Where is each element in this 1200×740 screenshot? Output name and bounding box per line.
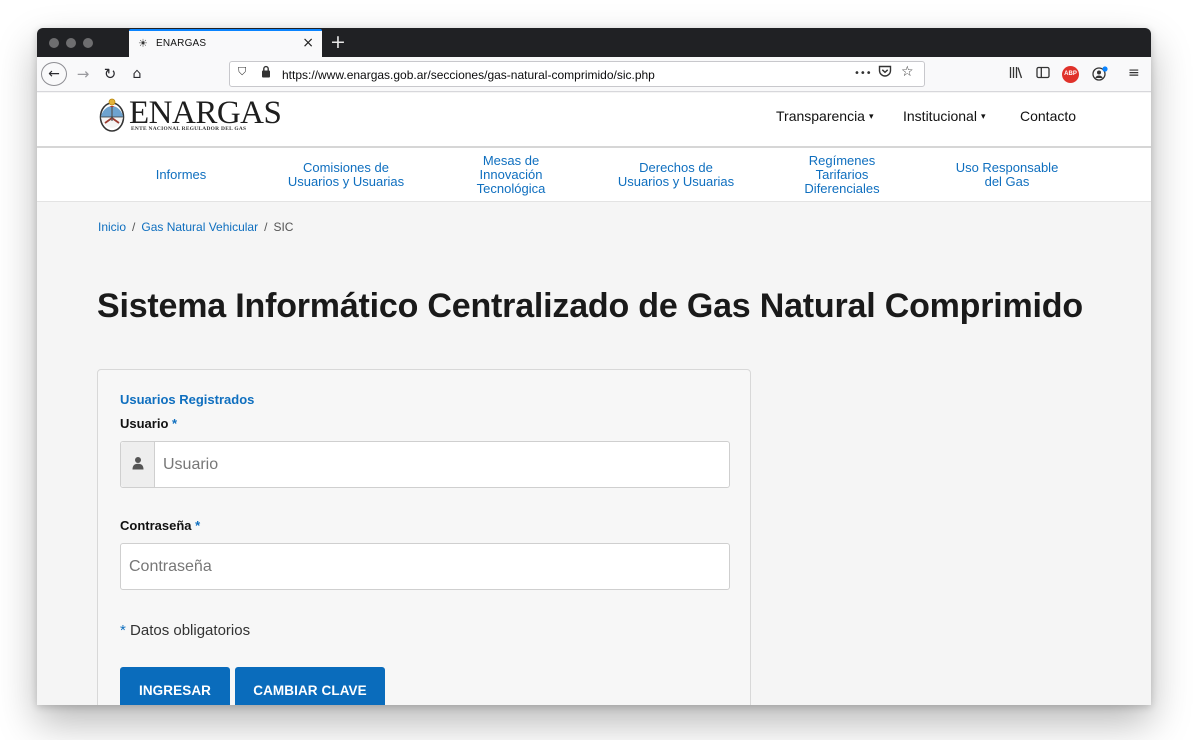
menu-line: Uso Responsable	[955, 160, 1059, 175]
user-addon	[121, 442, 155, 487]
library-icon[interactable]	[1009, 66, 1023, 82]
menu-line: Derechos de	[639, 160, 713, 175]
login-panel: Usuarios Registrados Usuario * Contraseñ…	[97, 369, 751, 705]
login-button[interactable]: INGRESAR	[120, 667, 230, 705]
required-note-text: Datos obligatorios	[130, 622, 251, 639]
user-label: Usuario *	[120, 416, 177, 431]
topnav-transparencia[interactable]: Transparencia ▾	[776, 108, 874, 124]
menu-line: Innovación	[479, 167, 543, 182]
topnav-label: Institucional	[903, 108, 977, 124]
menu-line: Mesas de	[482, 153, 540, 168]
required-mark: *	[120, 622, 126, 639]
adblock-plus-icon[interactable]: ABP	[1062, 66, 1079, 83]
enargas-favicon-icon: ☀	[138, 37, 148, 50]
topnav-institucional[interactable]: Institucional ▾	[903, 108, 985, 124]
breadcrumb-separator: /	[132, 220, 136, 234]
menu-comisiones[interactable]: Comisiones de Usuarios y Usuarias	[271, 148, 421, 202]
reload-icon[interactable]: ↻	[100, 62, 120, 86]
menu-uso-responsable[interactable]: Uso Responsable del Gas	[937, 148, 1077, 202]
breadcrumb-separator: /	[264, 220, 268, 234]
menu-line: del Gas	[984, 174, 1030, 189]
required-mark: *	[195, 518, 201, 533]
site-logo-subtitle: ENTE NACIONAL REGULADOR DEL GAS	[131, 126, 247, 132]
breadcrumb: Inicio / Gas Natural Vehicular / SIC	[98, 220, 293, 234]
user-icon	[132, 457, 144, 470]
screenshot-stage: ☀ ENARGAS × + ← → ↻ ⌂ ⛉ https://www.enar…	[0, 0, 1200, 740]
site-header: ENARGAS ENTE NACIONAL REGULADOR DEL GAS …	[37, 93, 1151, 146]
menu-regimenes[interactable]: Regímenes Tarifarios Diferenciales	[782, 148, 902, 202]
main-menu: Informes Comisiones de Usuarios y Usuaria…	[37, 146, 1151, 202]
breadcrumb-current: SIC	[273, 220, 294, 234]
menu-line: Regímenes	[808, 153, 876, 168]
home-icon[interactable]: ⌂	[127, 62, 147, 86]
menu-line: Usuarios y Usuarias	[617, 174, 735, 189]
required-note: * Datos obligatorios	[120, 622, 250, 639]
site-logo[interactable]: ENARGAS	[129, 97, 282, 130]
close-tab-icon[interactable]: ×	[302, 35, 314, 51]
change-password-button[interactable]: CAMBIAR CLAVE	[235, 667, 385, 705]
user-label-text: Usuario	[120, 416, 169, 431]
menu-derechos[interactable]: Derechos de Usuarios y Usuarias	[601, 148, 751, 202]
breadcrumb-section[interactable]: Gas Natural Vehicular	[141, 220, 258, 234]
url-text[interactable]: https://www.enargas.gob.ar/secciones/gas…	[282, 68, 655, 82]
menu-line: Comisiones de	[302, 160, 389, 175]
account-icon[interactable]	[1092, 66, 1108, 84]
forward-icon[interactable]: →	[73, 62, 93, 86]
menu-icon[interactable]: ≡	[1128, 65, 1140, 81]
login-heading: Usuarios Registrados	[120, 392, 255, 407]
tab-title: ENARGAS	[156, 38, 207, 49]
tab-bar: ☀ ENARGAS × +	[37, 28, 1151, 57]
new-tab-icon[interactable]: +	[330, 31, 346, 53]
user-input[interactable]	[163, 442, 723, 487]
browser-window: ☀ ENARGAS × + ← → ↻ ⌂ ⛉ https://www.enar…	[37, 28, 1151, 705]
topnav-label: Transparencia	[776, 108, 865, 124]
topnav-contacto[interactable]: Contacto	[1020, 108, 1076, 124]
window-close-dot[interactable]	[49, 38, 59, 48]
pocket-icon[interactable]	[878, 65, 892, 81]
chevron-down-icon: ▾	[980, 111, 986, 121]
password-input[interactable]	[129, 544, 723, 589]
window-minimize-dot[interactable]	[66, 38, 76, 48]
nav-toolbar: ← → ↻ ⌂ ⛉ https://www.enargas.gob.ar/sec…	[37, 57, 1151, 92]
page-title: Sistema Informático Centralizado de Gas …	[97, 287, 1083, 325]
argentina-emblem-icon	[99, 98, 125, 132]
menu-mesas-innovacion[interactable]: Mesas de Innovación Tecnológica	[451, 148, 571, 202]
sidebar-icon[interactable]	[1036, 66, 1050, 82]
menu-line: Usuarios y Usuarias	[287, 174, 405, 189]
lock-icon[interactable]	[261, 65, 271, 81]
menu-line: Tarifarios	[815, 167, 869, 182]
user-input-group	[120, 441, 730, 488]
menu-informes[interactable]: Informes	[121, 148, 241, 202]
chevron-down-icon: ▾	[868, 111, 874, 121]
password-label-text: Contraseña	[120, 518, 192, 533]
bookmark-star-icon[interactable]: ☆	[901, 64, 914, 80]
menu-line: Informes	[155, 167, 207, 182]
required-mark: *	[172, 416, 178, 431]
browser-tab[interactable]: ☀ ENARGAS ×	[129, 29, 322, 57]
shield-icon[interactable]: ⛉	[238, 65, 246, 79]
url-bar[interactable]: ⛉ https://www.enargas.gob.ar/secciones/g…	[229, 61, 925, 87]
window-zoom-dot[interactable]	[83, 38, 93, 48]
breadcrumb-home[interactable]: Inicio	[98, 220, 126, 234]
password-input-group	[120, 543, 730, 590]
page-content: Inicio / Gas Natural Vehicular / SIC Sistema…	[37, 203, 1151, 705]
password-label: Contraseña *	[120, 518, 200, 533]
page-actions-icon[interactable]: •••	[854, 68, 872, 79]
menu-line: Tecnológica	[476, 181, 546, 196]
menu-line: Diferenciales	[804, 181, 880, 196]
back-icon[interactable]: ←	[41, 62, 67, 86]
